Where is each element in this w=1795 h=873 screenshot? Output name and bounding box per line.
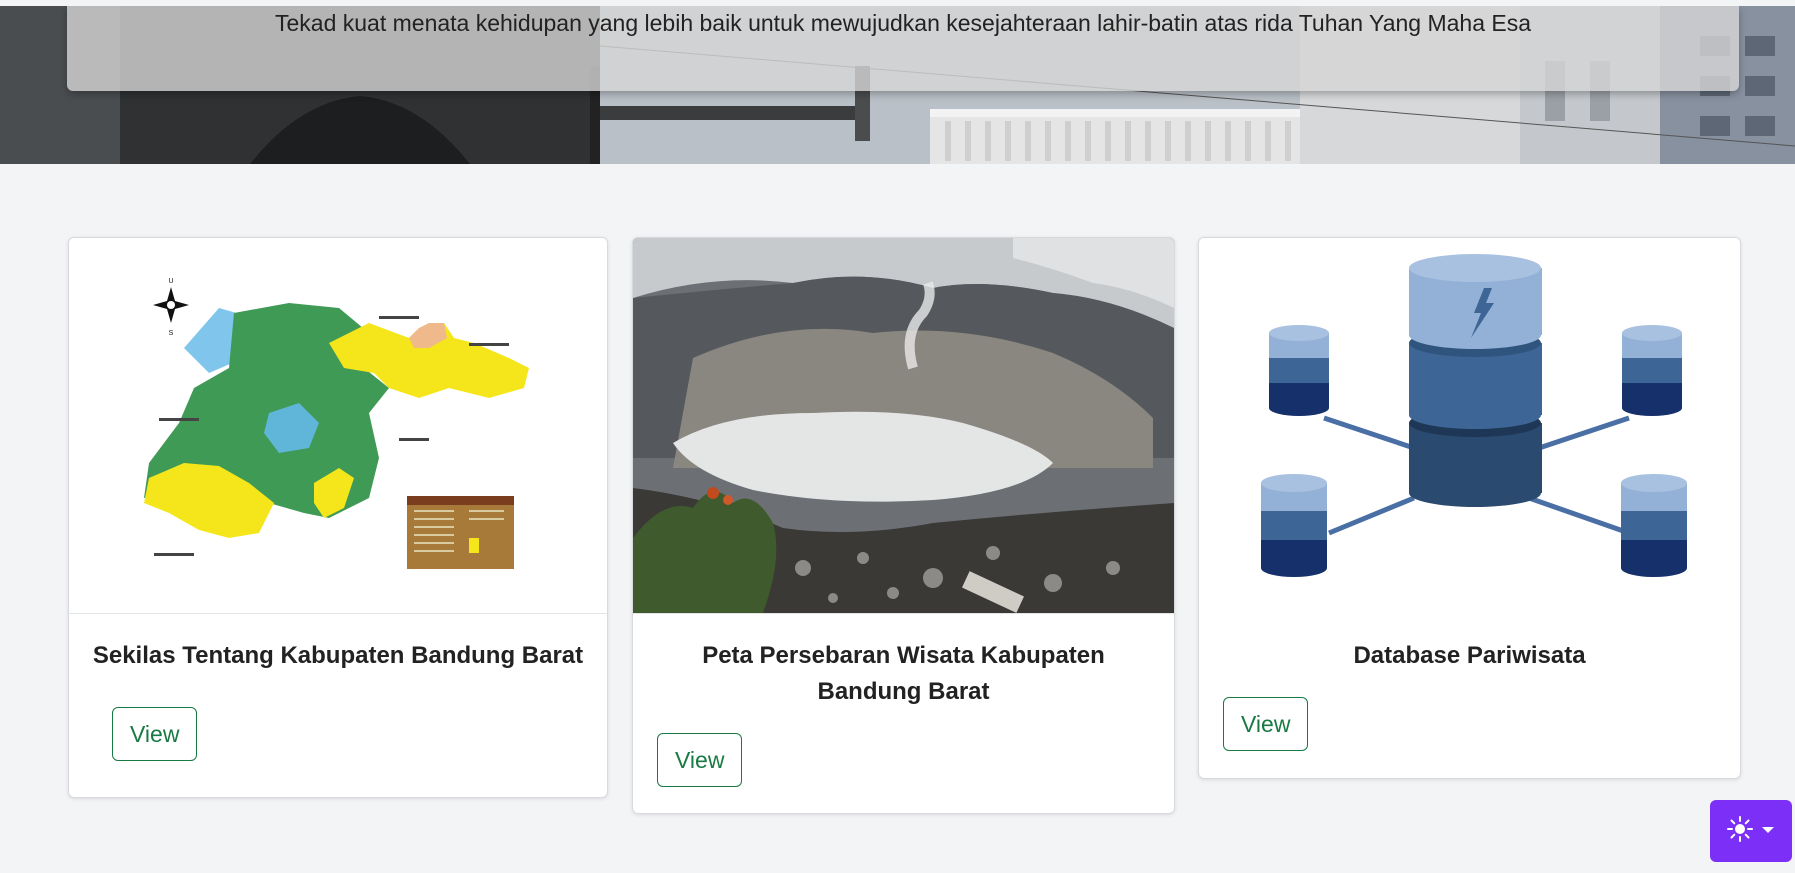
motto-text: Tekad kuat menata kehidupan yang lebih b…	[274, 10, 1532, 36]
sun-icon	[1727, 815, 1753, 847]
card-title: Sekilas Tentang Kabupaten Bandung Barat	[92, 642, 584, 669]
svg-text:S: S	[169, 330, 174, 337]
svg-text:U: U	[168, 278, 173, 285]
view-button[interactable]: View	[112, 707, 198, 761]
regency-map-image: U S	[69, 238, 607, 614]
view-button[interactable]: View	[1223, 697, 1309, 751]
theme-toggle-button[interactable]	[1710, 800, 1792, 862]
caret-down-icon	[1761, 822, 1775, 840]
view-button[interactable]: View	[657, 733, 743, 787]
card-database-pariwisata: Database Pariwisata View	[1198, 237, 1741, 779]
card-peta-persebaran: Peta Persebaran Wisata Kabupaten Bandung…	[632, 237, 1175, 814]
card-sekilas: U S Sekilas Tentang Kabupaten Bandung Ba…	[68, 237, 608, 798]
motto-box: Tekad kuat menata kehidupan yang lebih b…	[67, 6, 1739, 91]
card-title: Peta Persebaran Wisata Kabupaten Bandung…	[702, 642, 1105, 705]
crater-photo-image	[633, 238, 1174, 614]
database-illustration-image	[1199, 238, 1740, 613]
card-title: Database Pariwisata	[1353, 642, 1586, 669]
hero-banner: Tekad kuat menata kehidupan yang lebih b…	[0, 6, 1795, 164]
